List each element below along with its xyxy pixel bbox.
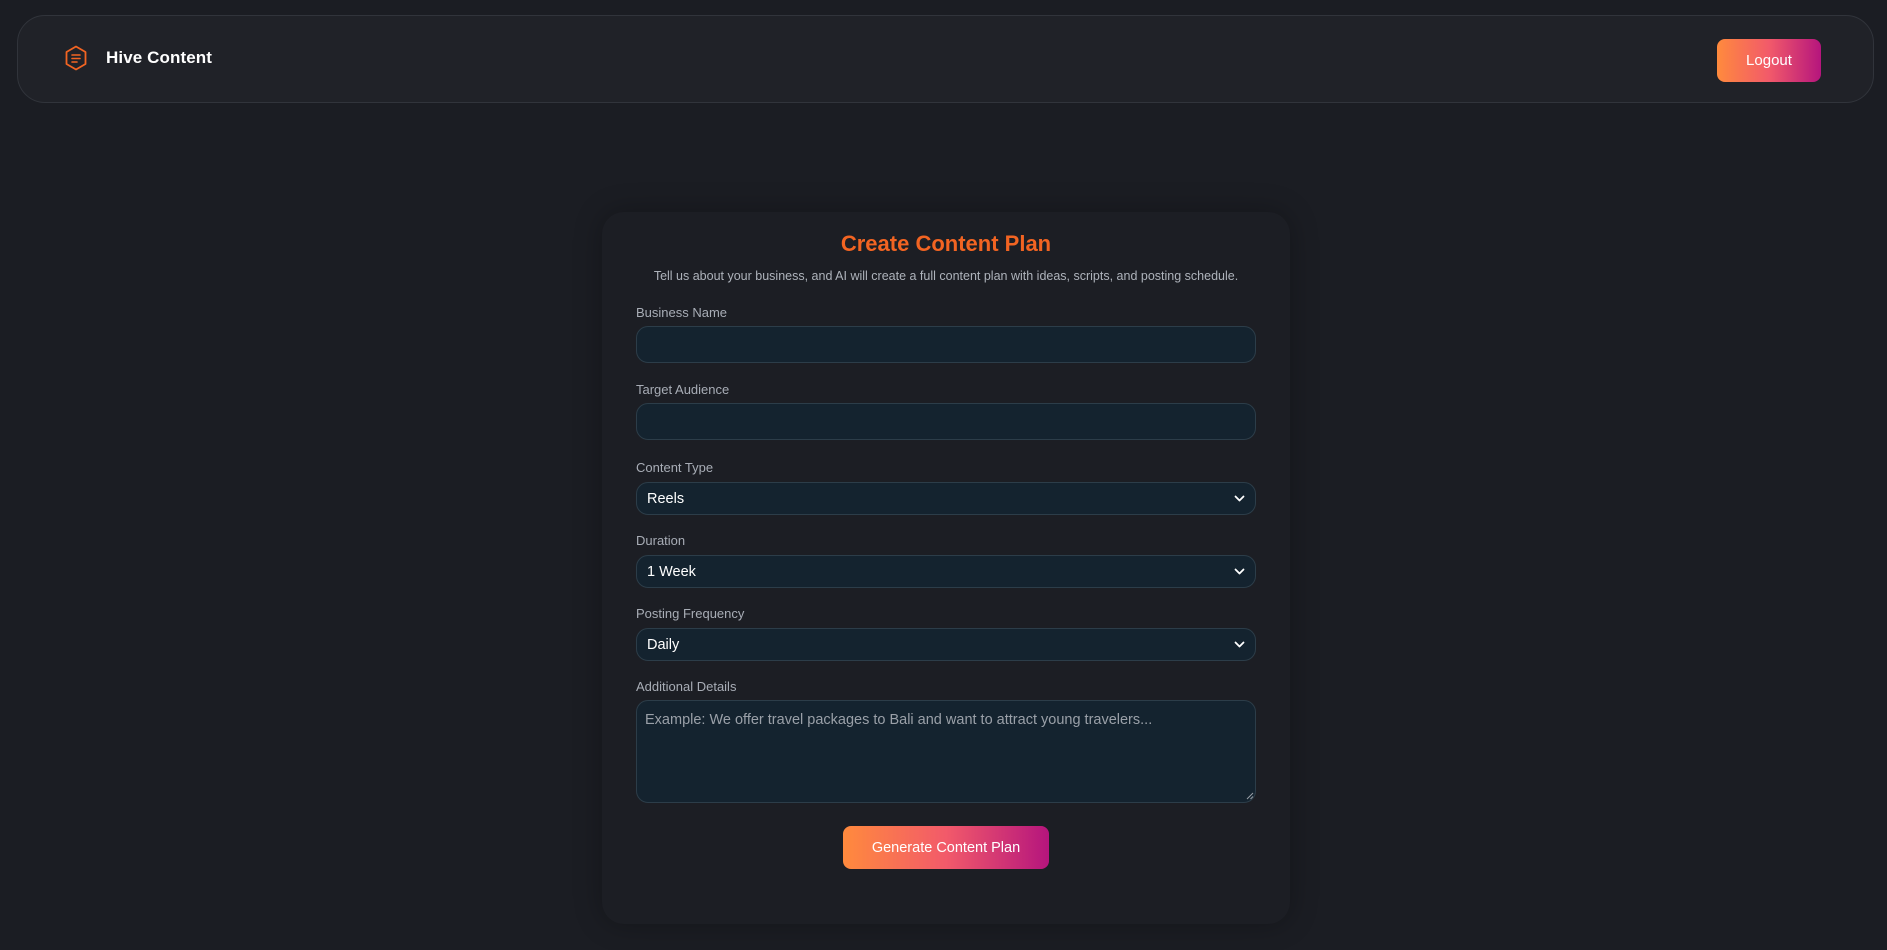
generate-content-plan-button[interactable]: Generate Content Plan bbox=[843, 826, 1049, 869]
content-plan-card: Create Content Plan Tell us about your b… bbox=[602, 212, 1290, 924]
duration-label: Duration bbox=[636, 533, 686, 548]
content-type-select[interactable]: Reels bbox=[636, 482, 1256, 515]
content-type-value: Reels bbox=[647, 490, 685, 507]
resize-handle-icon[interactable] bbox=[1246, 792, 1254, 800]
page-title: Create Content Plan bbox=[840, 231, 1052, 256]
chevron-down-icon bbox=[1234, 568, 1245, 575]
hexagon-document-icon bbox=[65, 45, 87, 71]
additional-details-textarea[interactable] bbox=[636, 700, 1256, 803]
chevron-down-icon bbox=[1234, 641, 1245, 648]
business-name-label: Business Name bbox=[636, 305, 728, 320]
navbar: Hive Content Logout bbox=[17, 15, 1874, 103]
additional-details-label: Additional Details bbox=[636, 679, 737, 694]
business-name-input[interactable] bbox=[636, 326, 1256, 363]
duration-select[interactable]: 1 Week bbox=[636, 555, 1256, 588]
brand[interactable]: Hive Content bbox=[64, 45, 212, 71]
chevron-down-icon bbox=[1234, 495, 1245, 502]
target-audience-input[interactable] bbox=[636, 403, 1256, 440]
brand-name: Hive Content bbox=[106, 48, 213, 67]
posting-frequency-label: Posting Frequency bbox=[636, 606, 745, 621]
content-type-label: Content Type bbox=[636, 460, 714, 475]
page-subtitle: Tell us about your business, and AI will… bbox=[653, 269, 1239, 283]
posting-frequency-value: Daily bbox=[647, 636, 680, 653]
posting-frequency-select[interactable]: Daily bbox=[636, 628, 1256, 661]
logout-button[interactable]: Logout bbox=[1717, 39, 1821, 82]
target-audience-label: Target Audience bbox=[636, 382, 730, 397]
duration-value: 1 Week bbox=[647, 563, 696, 580]
